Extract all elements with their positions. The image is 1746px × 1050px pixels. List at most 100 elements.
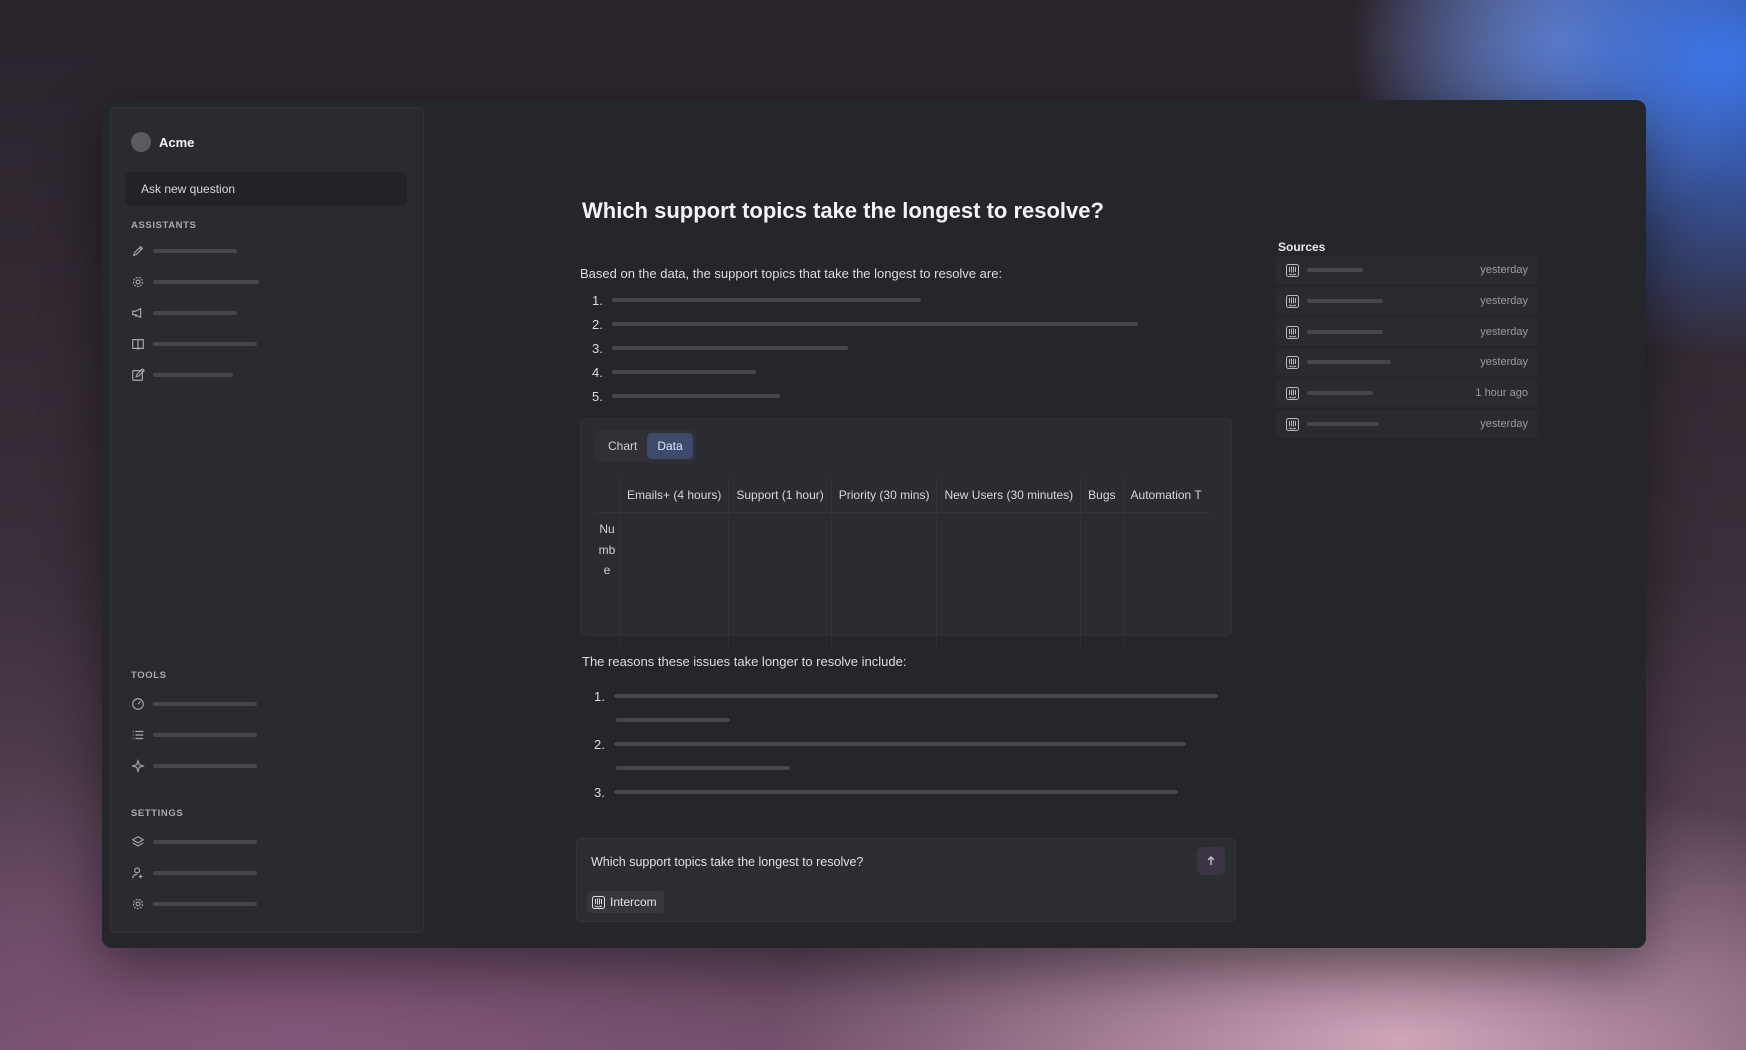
tool-label-placeholder	[153, 702, 257, 706]
source-time: yesterday	[1480, 356, 1528, 368]
row-label: Numbe	[598, 522, 616, 577]
source-title-placeholder	[1307, 268, 1363, 272]
list-number: 1.	[594, 688, 605, 704]
source-item[interactable]: yesterday	[1276, 348, 1538, 376]
source-time: yesterday	[1480, 326, 1528, 338]
settings-header: SETTINGS	[131, 808, 184, 819]
list-item: 2.	[592, 312, 1138, 336]
tool-label-placeholder	[153, 764, 257, 768]
source-title-placeholder	[1307, 391, 1373, 395]
list-item: 4.	[592, 360, 1138, 384]
column-header: Priority (30 mins)	[830, 478, 937, 513]
list-text-placeholder	[612, 298, 921, 302]
data-card: Chart Data Emails+ (4 hours) Support (1 …	[580, 418, 1232, 646]
source-item[interactable]: yesterday	[1276, 318, 1538, 346]
app-window: Acme Ask new question ASSISTANTS TOOLS S…	[102, 100, 1646, 948]
list-number: 3.	[594, 784, 605, 800]
intercom-icon	[592, 895, 605, 909]
list-item: 5.	[592, 384, 1138, 408]
column-header: Support (1 hour)	[728, 478, 832, 513]
send-button[interactable]	[1197, 847, 1225, 875]
table-row: Numbe	[595, 512, 1209, 646]
main-content: Which support topics take the longest to…	[424, 100, 1646, 948]
list-text-placeholder	[614, 694, 1218, 698]
list-text-placeholder	[612, 322, 1138, 326]
tab-data[interactable]: Data	[647, 433, 693, 459]
sidebar-item-assistant-3[interactable]	[131, 304, 237, 322]
sidebar-item-tool-2[interactable]	[131, 726, 257, 744]
workspace-name: Acme	[159, 134, 195, 150]
source-title-placeholder	[1307, 299, 1383, 303]
sources-title: Sources	[1278, 240, 1326, 254]
list-text-placeholder	[616, 718, 730, 722]
gear-icon	[132, 276, 144, 288]
book-icon	[132, 339, 144, 351]
ask-new-question-button[interactable]: Ask new question	[125, 172, 407, 206]
source-item[interactable]: yesterday	[1276, 256, 1538, 284]
intercom-icon	[1286, 417, 1299, 431]
table-cell	[1080, 512, 1124, 646]
column-header: New Users (30 minutes)	[936, 478, 1081, 513]
gauge-icon	[132, 698, 144, 710]
source-item[interactable]: 1 hour ago	[1276, 379, 1538, 407]
assistant-label-placeholder	[153, 311, 237, 315]
source-title-placeholder	[1307, 422, 1379, 426]
sidebar-item-assistant-5[interactable]	[131, 366, 233, 384]
topics-list: 1. 2. 3. 4. 5.	[592, 288, 1138, 408]
intercom-icon	[1286, 386, 1299, 400]
assistant-label-placeholder	[153, 280, 259, 284]
user-plus-icon	[132, 867, 143, 879]
list-number: 5.	[592, 388, 603, 404]
gear-icon	[132, 898, 144, 910]
list-item: 1.	[592, 288, 1138, 312]
brand[interactable]: Acme	[131, 132, 194, 152]
list-text-placeholder	[612, 394, 780, 398]
assistant-label-placeholder	[153, 342, 257, 346]
assistant-label-placeholder	[153, 373, 233, 377]
source-title-placeholder	[1307, 360, 1391, 364]
setting-label-placeholder	[153, 840, 257, 844]
sidebar-item-setting-2[interactable]	[131, 864, 257, 882]
list-number: 2.	[594, 736, 605, 752]
data-table: Emails+ (4 hours) Support (1 hour) Prior…	[595, 478, 1209, 646]
question-composer[interactable]: Which support topics take the longest to…	[576, 838, 1236, 922]
table-cell	[1122, 512, 1209, 646]
intercom-icon	[1286, 263, 1299, 277]
intercom-icon	[1286, 355, 1299, 369]
tab-chart[interactable]: Chart	[598, 433, 647, 459]
column-header: Bugs	[1080, 478, 1124, 513]
list-icon	[132, 730, 144, 740]
list-item: 1.	[594, 684, 1218, 708]
megaphone-icon	[132, 307, 142, 319]
source-time: 1 hour ago	[1475, 387, 1528, 399]
list-text-placeholder	[612, 370, 756, 374]
source-chip[interactable]: Intercom	[587, 891, 664, 913]
source-time: yesterday	[1480, 418, 1528, 430]
source-item[interactable]: yesterday	[1276, 410, 1538, 438]
view-toggle: Chart Data	[595, 430, 696, 462]
source-item[interactable]: yesterday	[1276, 287, 1538, 315]
sidebar-item-assistant-4[interactable]	[131, 335, 257, 353]
assistants-header: ASSISTANTS	[131, 220, 197, 231]
list-number: 3.	[592, 340, 603, 356]
composer-input[interactable]: Which support topics take the longest to…	[591, 855, 863, 869]
sidebar-item-setting-3[interactable]	[131, 895, 257, 913]
question-title: Which support topics take the longest to…	[582, 198, 1104, 223]
sidebar-item-tool-1[interactable]	[131, 695, 257, 713]
sidebar: Acme Ask new question ASSISTANTS TOOLS S…	[110, 107, 424, 933]
sidebar-item-tool-3[interactable]	[131, 757, 257, 775]
intercom-icon	[1286, 294, 1299, 308]
chip-label: Intercom	[610, 895, 657, 909]
sidebar-item-setting-1[interactable]	[131, 833, 257, 851]
layers-icon	[131, 836, 145, 847]
setting-label-placeholder	[153, 871, 257, 875]
reasons-list: 1. 2. 3.	[594, 684, 1218, 804]
list-text-placeholder	[616, 766, 790, 770]
source-time: yesterday	[1480, 264, 1528, 276]
arrow-up-icon	[1207, 856, 1215, 865]
sidebar-item-assistant-1[interactable]	[131, 242, 237, 260]
list-number: 2.	[592, 316, 603, 332]
sidebar-item-assistant-2[interactable]	[131, 273, 259, 291]
list-item-continuation	[594, 708, 1218, 732]
reasons-intro: The reasons these issues take longer to …	[582, 654, 907, 669]
